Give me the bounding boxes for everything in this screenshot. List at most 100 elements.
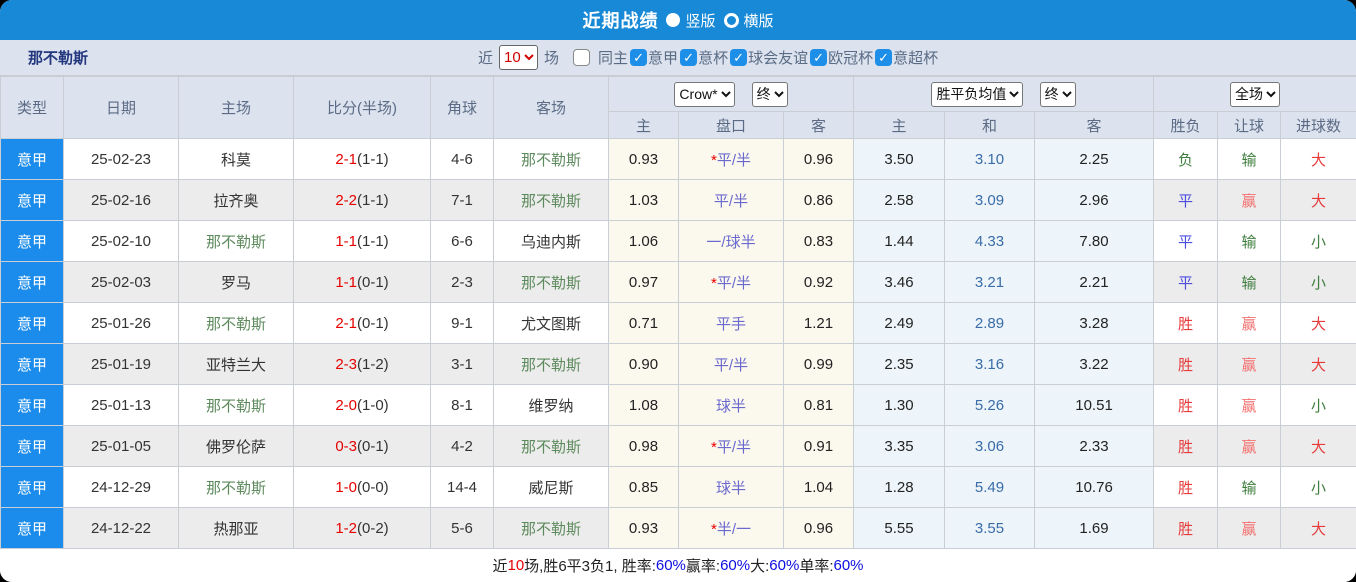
result-cell: 胜	[1153, 302, 1219, 344]
handicap-cell: 平/半	[678, 179, 784, 221]
avg-lose-cell: 2.25	[1034, 138, 1155, 180]
checkbox-checked-icon[interactable]: ✓	[730, 49, 748, 66]
halftime-score: (1-1)	[357, 232, 389, 250]
result-scope-select[interactable]: 全场	[1230, 81, 1281, 107]
col-header-corner: 角球	[430, 76, 494, 139]
handicap-cell: 平/半	[678, 343, 784, 385]
date-cell: 25-02-10	[63, 220, 179, 262]
league-cell: 意甲	[0, 261, 64, 303]
halftime-score: (0-1)	[357, 273, 389, 291]
home-team-cell: 那不勒斯	[178, 302, 294, 344]
corner-cell: 5-6	[430, 507, 494, 549]
results-table: 类型 日期 主场 比分(半场) 角球 客场 Crow* 终 胜平负均值 终 全场	[0, 76, 1356, 549]
avg-lose-cell: 3.22	[1034, 343, 1155, 385]
handicap-source-select[interactable]: Crow*	[674, 81, 736, 107]
table-row: 意甲 24-12-22 热那亚 1-2(0-2) 5-6 那不勒斯 0.93 *半/一 0.96…	[0, 507, 1356, 549]
corner-cell: 8-1	[430, 384, 494, 426]
result-cell: 胜	[1153, 507, 1219, 549]
competition-checkbox[interactable]: ✓ 意甲	[630, 47, 678, 68]
handicap-cell: *平/半	[678, 261, 784, 303]
avg-lose-cell: 1.69	[1034, 507, 1155, 549]
sub-header-odds-away: 客	[782, 111, 855, 139]
odds-home-cell: 0.98	[608, 425, 679, 467]
corner-cell: 14-4	[430, 466, 494, 508]
score-cell: 1-1(0-1)	[293, 261, 431, 303]
fulltime-score: 2-1	[335, 150, 357, 168]
table-row: 意甲 25-01-05 佛罗伦萨 0-3(0-1) 4-2 那不勒斯 0.98 *平/半 0.9…	[0, 425, 1356, 467]
result-cell: 平	[1153, 179, 1219, 221]
handicap-state-select[interactable]: 终	[751, 81, 788, 107]
letball-cell: 赢	[1217, 384, 1282, 426]
summary-segment: 近	[492, 558, 508, 575]
avg-lose-cell: 2.33	[1034, 425, 1155, 467]
fulltime-score: 1-2	[335, 519, 357, 537]
score-cell: 1-2(0-2)	[293, 507, 431, 549]
score-cell: 2-3(1-2)	[293, 343, 431, 385]
handicap-value: 平手	[715, 315, 746, 333]
result-cell: 胜	[1153, 425, 1219, 467]
avg-state-select[interactable]: 终	[1039, 81, 1076, 107]
league-cell: 意甲	[0, 384, 64, 426]
checkbox-checked-icon[interactable]: ✓	[875, 49, 893, 66]
home-team-cell: 科莫	[178, 138, 294, 180]
competition-label: 同主	[598, 50, 629, 67]
competition-label: 意超杯	[893, 50, 939, 67]
competition-checkbox[interactable]: ✓ 球会友谊	[730, 47, 808, 68]
checkbox-checked-icon[interactable]: ✓	[630, 49, 648, 66]
fulltime-score: 0-3	[335, 437, 357, 455]
result-group-header: 全场	[1153, 76, 1356, 112]
result-cell: 胜	[1153, 384, 1219, 426]
table-row: 意甲 25-02-03 罗马 1-1(0-1) 2-3 那不勒斯 0.97 *平/半 0.92 3…	[0, 261, 1356, 303]
handicap-value: 球半	[715, 397, 746, 415]
halftime-score: (1-2)	[357, 355, 389, 373]
score-cell: 0-3(0-1)	[293, 425, 431, 467]
goals-cell: 小	[1280, 220, 1356, 262]
team-name: 那不勒斯	[28, 50, 89, 67]
competition-checkbox[interactable]: ✓ 意杯	[680, 47, 728, 68]
layout-radio-horizontal[interactable]: 横版	[723, 10, 774, 31]
checkbox-unchecked-icon[interactable]	[573, 49, 591, 66]
handicap-value: 半/一	[716, 520, 751, 538]
competition-label: 球会友谊	[748, 50, 809, 67]
avg-lose-cell: 10.51	[1034, 384, 1155, 426]
date-cell: 24-12-22	[63, 507, 179, 549]
home-team-cell: 佛罗伦萨	[178, 425, 294, 467]
competition-checkbox[interactable]: 同主	[569, 47, 628, 68]
checkbox-checked-icon[interactable]: ✓	[680, 49, 698, 66]
games-count-select[interactable]: 10	[499, 45, 539, 70]
league-cell: 意甲	[0, 179, 64, 221]
letball-cell: 输	[1217, 466, 1282, 508]
letball-cell: 赢	[1217, 507, 1282, 549]
competition-checkbox[interactable]: ✓ 欧冠杯	[810, 47, 873, 68]
table-row: 意甲 25-01-19 亚特兰大 2-3(1-2) 3-1 那不勒斯 0.90 平/半 0.99…	[0, 343, 1356, 385]
odds-away-cell: 0.96	[782, 138, 855, 180]
odds-home-cell: 0.90	[608, 343, 679, 385]
league-cell: 意甲	[0, 425, 64, 467]
date-cell: 25-02-16	[63, 179, 179, 221]
avg-win-cell: 1.30	[853, 384, 946, 426]
odds-away-cell: 0.96	[782, 507, 855, 549]
home-team-cell: 亚特兰大	[178, 343, 294, 385]
odds-home-cell: 0.97	[608, 261, 679, 303]
page-title: 近期战绩	[582, 11, 659, 31]
summary-segment: 60%	[720, 557, 751, 574]
letball-cell: 赢	[1217, 425, 1282, 467]
avg-win-cell: 1.28	[853, 466, 946, 508]
avg-draw-cell: 3.16	[944, 343, 1036, 385]
letball-cell: 输	[1217, 138, 1282, 180]
score-cell: 2-1(0-1)	[293, 302, 431, 344]
checkbox-checked-icon[interactable]: ✓	[810, 49, 828, 66]
sub-header-letball: 让球	[1217, 111, 1282, 139]
competition-checkbox[interactable]: ✓ 意超杯	[875, 47, 938, 68]
goals-cell: 大	[1280, 138, 1356, 180]
layout-radio-vertical[interactable]: 竖版	[666, 10, 716, 31]
table-row: 意甲 25-02-23 科莫 2-1(1-1) 4-6 那不勒斯 0.93 *平/半 0.96 3…	[0, 138, 1356, 180]
handicap-group-header: Crow* 终	[607, 76, 855, 112]
score-cell: 2-2(1-1)	[293, 179, 431, 221]
odds-away-cell: 0.81	[782, 384, 855, 426]
letball-cell: 输	[1217, 261, 1282, 303]
handicap-cell: *平/半	[678, 138, 784, 180]
summary-segment: 场,胜6平3负1, 胜率:	[524, 558, 656, 575]
avg-source-select[interactable]: 胜平负均值	[931, 81, 1024, 107]
fulltime-score: 1-1	[335, 273, 357, 291]
